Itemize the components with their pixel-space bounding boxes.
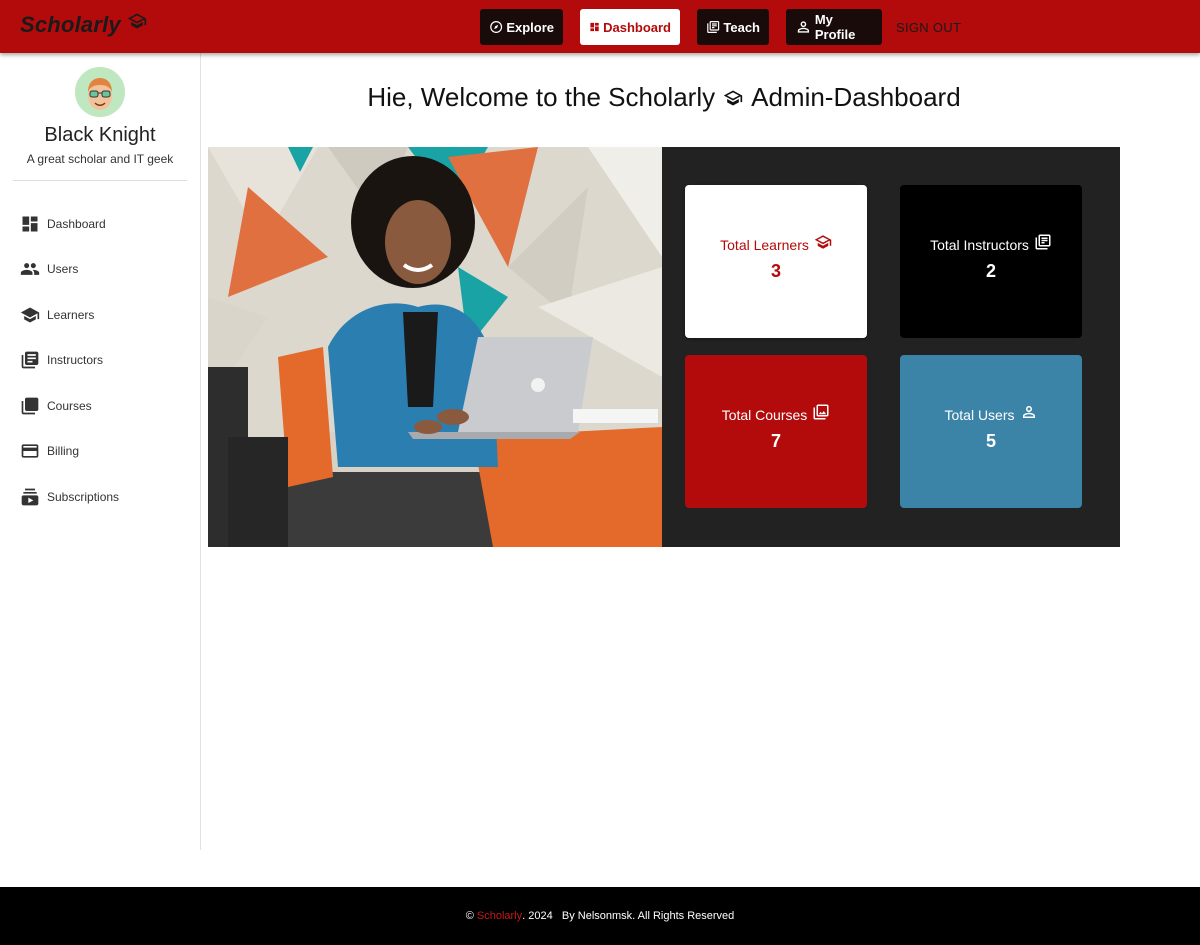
total-instructors-label-row: Total Instructors bbox=[930, 234, 1052, 253]
nav-dashboard-button[interactable]: Dashboard bbox=[580, 9, 680, 45]
compass-icon bbox=[490, 21, 503, 33]
nav-profile-button[interactable]: My Profile bbox=[786, 9, 882, 45]
sidebar-divider bbox=[13, 180, 187, 181]
sidebar-item-label: Subscriptions bbox=[47, 489, 120, 504]
welcome-prefix: Hie, Welcome to the Scholarly bbox=[367, 82, 716, 112]
sidebar-item-label: Instructors bbox=[47, 353, 104, 368]
credit-card-icon bbox=[21, 444, 39, 458]
sidebar: Black Knight A great scholar and IT geek… bbox=[0, 53, 201, 850]
library-books-icon bbox=[21, 351, 39, 369]
page-title: Hie, Welcome to the Scholarly Admin-Dash… bbox=[201, 82, 1127, 113]
graduation-cap-icon bbox=[723, 90, 743, 105]
nav-explore-button[interactable]: Explore bbox=[480, 9, 563, 45]
photo-library-icon bbox=[813, 404, 829, 420]
brand-logo[interactable]: Scholarly bbox=[20, 12, 147, 38]
book-icon bbox=[707, 21, 720, 33]
main-nav: Explore Dashboard Teach My Profile SIGN … bbox=[480, 9, 961, 45]
person-icon bbox=[1022, 406, 1035, 418]
sidebar-item-users[interactable]: Users bbox=[0, 247, 200, 293]
total-users-value: 5 bbox=[985, 431, 996, 451]
graduation-cap-icon bbox=[127, 13, 147, 29]
total-instructors-value: 2 bbox=[985, 261, 996, 281]
person-icon bbox=[797, 21, 810, 33]
library-icon bbox=[21, 397, 39, 415]
sidebar-item-label: Billing bbox=[47, 444, 80, 459]
total-learners-value: 3 bbox=[770, 261, 781, 281]
sidebar-item-label: Learners bbox=[47, 307, 95, 322]
nav-teach-button[interactable]: Teach bbox=[697, 9, 769, 45]
subscriptions-icon bbox=[21, 488, 39, 506]
user-bio: A great scholar and IT geek bbox=[26, 152, 174, 166]
sidebar-item-learners[interactable]: Learners bbox=[0, 292, 200, 338]
sidebar-item-label: Dashboard bbox=[47, 216, 106, 231]
total-courses-label-row: Total Courses bbox=[721, 404, 831, 423]
sidebar-item-subscriptions[interactable]: Subscriptions bbox=[0, 474, 200, 520]
total-courses-label: Total Courses bbox=[721, 407, 808, 423]
avatar-image bbox=[75, 67, 125, 117]
people-icon bbox=[20, 263, 40, 276]
brand-name[interactable]: Scholarly bbox=[20, 12, 121, 38]
total-instructors-label: Total Instructors bbox=[930, 237, 1029, 253]
welcome-suffix: Admin-Dashboard bbox=[751, 82, 961, 112]
sidebar-item-label: Users bbox=[47, 262, 79, 277]
top-navbar: Scholarly Explore Dashboard Teach My Pro… bbox=[0, 0, 1200, 53]
sidebar-menu: Dashboard Users Learners Instructors Cou… bbox=[0, 201, 200, 520]
graduation-cap-icon bbox=[814, 235, 832, 249]
total-learners-label: Total Learners bbox=[720, 237, 809, 253]
nav-profile-label: My Profile bbox=[814, 12, 856, 42]
footer-text: . 2024 By Nelsonmsk. All Rights Reserved bbox=[522, 910, 735, 922]
dashboard-hero: Total Learners 3 Total Instructors 2 Tot… bbox=[208, 147, 1120, 547]
total-learners-card[interactable]: Total Learners 3 bbox=[685, 185, 867, 338]
footer: © Scholarly. 2024 By Nelsonmsk. All Righ… bbox=[0, 887, 1200, 945]
nav-explore-label: Explore bbox=[506, 19, 554, 35]
total-users-card[interactable]: Total Users 5 bbox=[900, 355, 1082, 508]
sidebar-item-courses[interactable]: Courses bbox=[0, 383, 200, 429]
total-learners-label-row: Total Learners bbox=[720, 235, 832, 253]
total-users-label: Total Users bbox=[944, 407, 1015, 423]
sidebar-item-label: Courses bbox=[47, 398, 92, 413]
total-courses-value: 7 bbox=[770, 431, 781, 451]
footer-brand-link[interactable]: Scholarly bbox=[477, 910, 522, 922]
library-books-icon bbox=[1035, 234, 1051, 250]
dashboard-icon bbox=[590, 22, 599, 32]
dashboard-icon bbox=[22, 216, 38, 232]
avatar[interactable] bbox=[75, 67, 125, 117]
total-users-label-row: Total Users bbox=[944, 406, 1037, 423]
sign-out-button[interactable]: SIGN OUT bbox=[896, 20, 961, 35]
total-instructors-card[interactable]: Total Instructors 2 bbox=[900, 185, 1082, 338]
student-laptop-image bbox=[208, 147, 662, 547]
total-courses-card[interactable]: Total Courses 7 bbox=[685, 355, 867, 508]
sidebar-item-billing[interactable]: Billing bbox=[0, 429, 200, 475]
footer-copyright-symbol: © bbox=[465, 910, 474, 922]
school-icon bbox=[20, 307, 40, 323]
user-name: Black Knight bbox=[44, 124, 156, 146]
nav-dashboard-label: Dashboard bbox=[603, 19, 671, 35]
hero-photo bbox=[208, 147, 662, 547]
nav-teach-label: Teach bbox=[723, 19, 760, 35]
sidebar-item-instructors[interactable]: Instructors bbox=[0, 338, 200, 384]
sidebar-item-dashboard[interactable]: Dashboard bbox=[0, 201, 200, 247]
